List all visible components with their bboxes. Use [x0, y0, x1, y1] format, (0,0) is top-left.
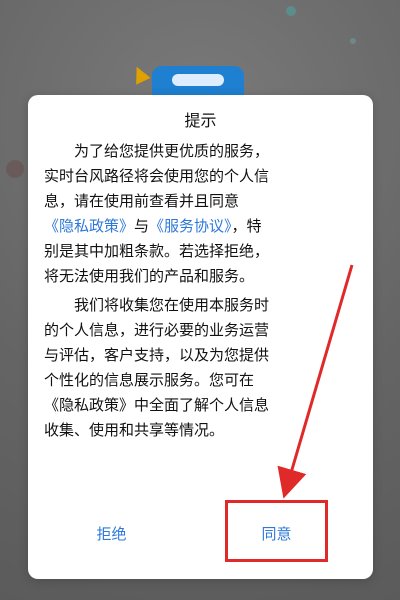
- decorative-dot: [6, 160, 24, 178]
- annotation-highlight-box: [225, 500, 328, 562]
- paragraph-consent: 为了给您提供更优质的服务， 实时台风路径将会使用您的个人信 息，请在使用前查看并…: [44, 139, 357, 289]
- p2-line1: 我们将收集您在使用本服务时: [74, 296, 270, 314]
- decorative-dot: [286, 6, 296, 16]
- p2-line5: 《隐私政策》中全面了解个人信息: [44, 396, 270, 414]
- privacy-policy-link[interactable]: 《隐私政策》: [44, 217, 134, 235]
- p1-line1: 为了给您提供更优质的服务，: [74, 142, 270, 160]
- p1-line2: 实时台风路径将会使用您的个人信: [44, 167, 270, 185]
- p1-line6: 将无法使用我们的产品和服务。: [44, 267, 255, 285]
- p2-line2: 的个人信息，进行必要的业务运营: [44, 321, 270, 339]
- p2-line3: 与评估，客户支持，以及为您提供: [44, 346, 270, 364]
- p1-line3: 息，请在使用前查看并且同意: [44, 192, 240, 210]
- service-agreement-link[interactable]: 《服务协议》: [149, 217, 232, 235]
- dialog-title: 提示: [184, 111, 217, 130]
- dialog-body: 为了给您提供更优质的服务， 实时台风路径将会使用您的个人信 息，请在使用前查看并…: [44, 139, 357, 443]
- p1-and-text: 与: [134, 217, 150, 235]
- reject-button[interactable]: 拒绝: [64, 511, 159, 555]
- p1-after-links: ，特: [231, 217, 262, 235]
- app-logo-lid: [172, 74, 224, 86]
- p2-line6: 收集、使用和共享等情况。: [44, 421, 225, 439]
- p1-line5: 别是其中加粗条款。若选择拒绝，: [44, 242, 270, 260]
- decorative-dot: [350, 38, 356, 44]
- paragraph-collection: 我们将收集您在使用本服务时 的个人信息，进行必要的业务运营 与评估，客户支持，以…: [44, 293, 357, 443]
- p2-line4: 个性化的信息展示服务。您可在: [44, 371, 255, 389]
